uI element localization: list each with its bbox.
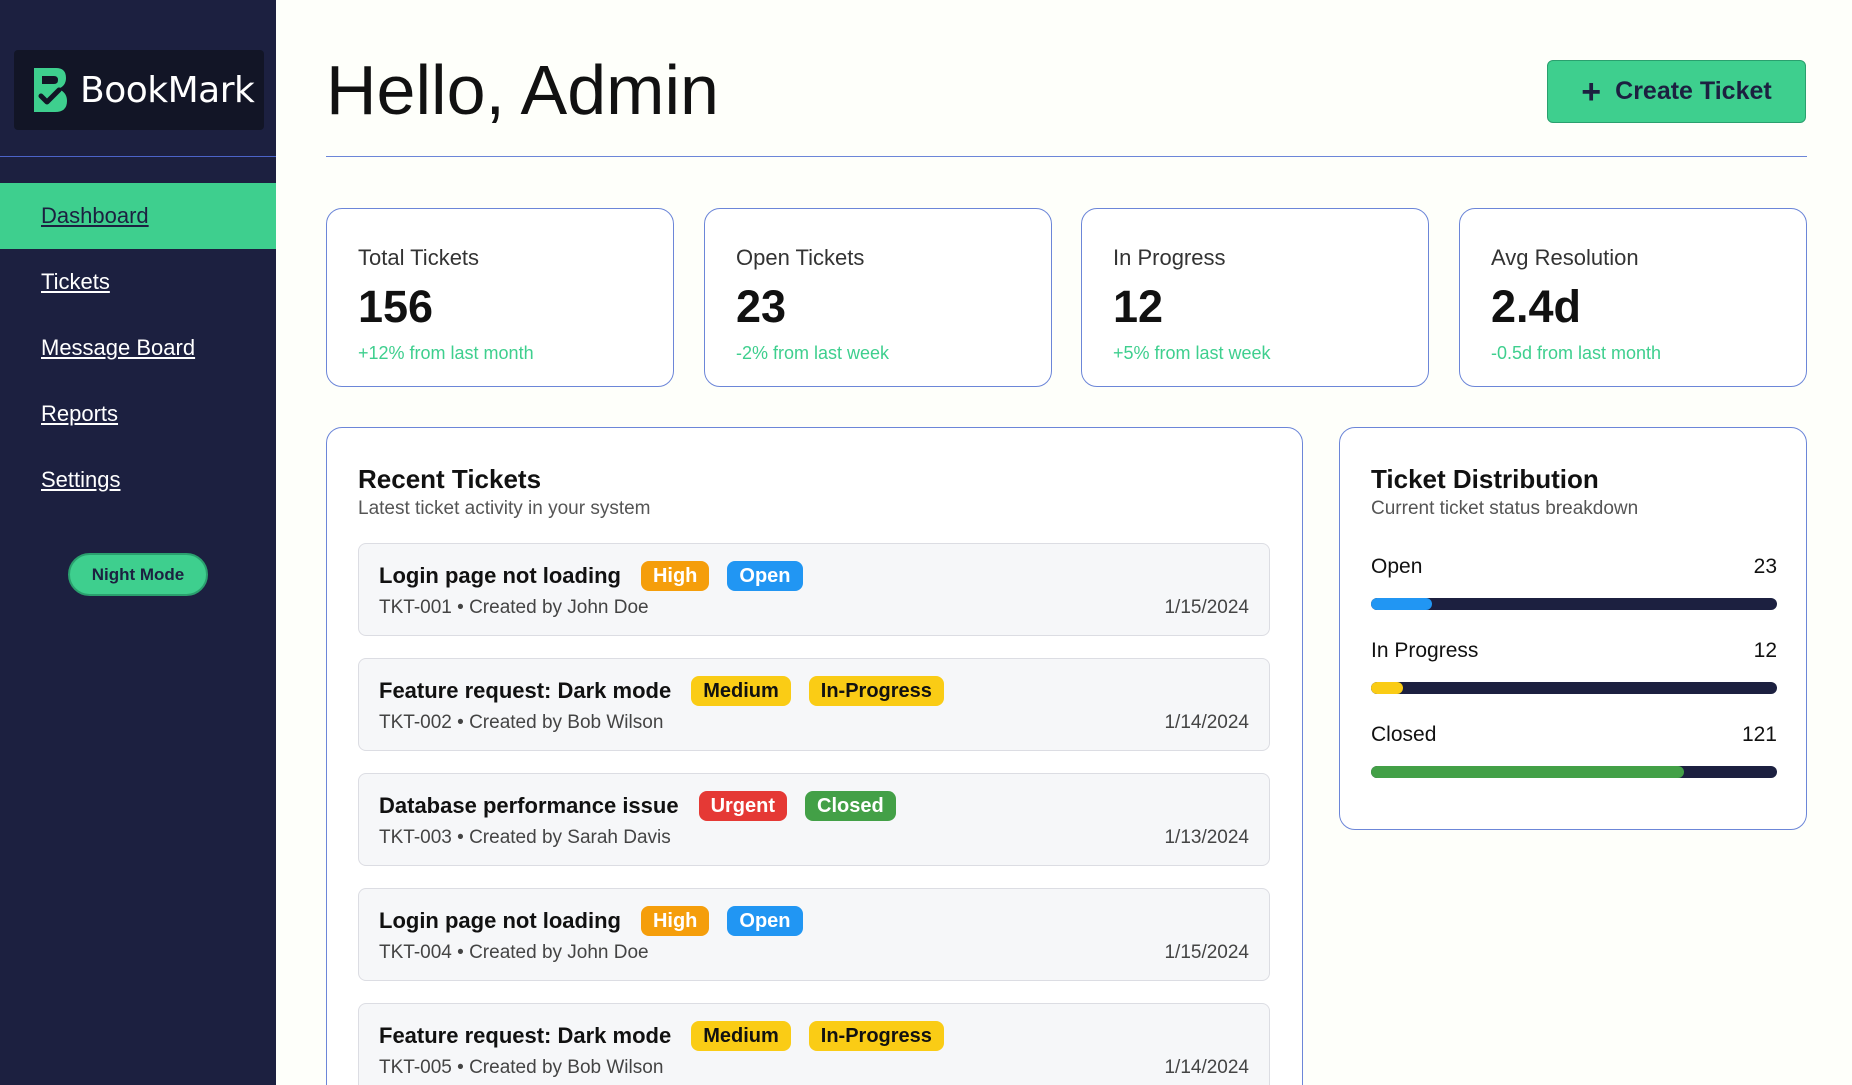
ticket-row[interactable]: Login page not loading High Open TKT-001… <box>358 543 1270 636</box>
distribution-count: 23 <box>1753 555 1777 578</box>
ticket-date: 1/13/2024 <box>1164 827 1249 848</box>
distribution-label: Open <box>1371 555 1423 578</box>
ticket-date: 1/15/2024 <box>1164 597 1249 618</box>
status-badge: In-Progress <box>808 676 944 706</box>
distribution-track <box>1371 598 1777 610</box>
stat-label: Total Tickets <box>358 245 480 270</box>
stat-value: 156 <box>358 281 434 332</box>
brand-name: BookMark <box>80 69 255 111</box>
ticket-meta: TKT-003 • Created by Sarah Davis <box>379 827 671 848</box>
create-ticket-button[interactable]: + Create Ticket <box>1547 60 1806 123</box>
ticket-date: 1/14/2024 <box>1164 712 1249 733</box>
priority-badge: Medium <box>691 676 791 706</box>
ticket-distribution-card: Ticket Distribution Current ticket statu… <box>1339 427 1807 830</box>
ticket-title: Feature request: Dark mode <box>379 678 672 703</box>
recent-tickets-card: Recent Tickets Latest ticket activity in… <box>326 427 1303 1085</box>
stat-card-total-tickets: Total Tickets 156 +12% from last month <box>326 208 674 387</box>
sidebar-item-dashboard[interactable]: Dashboard <box>0 183 276 249</box>
distribution-label: Closed <box>1371 723 1437 746</box>
sidebar-divider <box>0 156 276 157</box>
ticket-title: Login page not loading <box>379 563 621 588</box>
ticket-date: 1/15/2024 <box>1164 942 1249 963</box>
ticket-row[interactable]: Feature request: Dark mode Medium In-Pro… <box>358 1003 1270 1085</box>
night-mode-button[interactable]: Night Mode <box>68 553 208 596</box>
distribution-label: In Progress <box>1371 639 1479 662</box>
page-title: Hello, Admin <box>326 51 719 129</box>
distribution-track <box>1371 766 1777 778</box>
header-divider <box>326 156 1807 157</box>
status-badge: Closed <box>805 791 896 821</box>
stat-card-avg-resolution: Avg Resolution 2.4d -0.5d from last mont… <box>1459 208 1807 387</box>
ticket-meta: TKT-004 • Created by John Doe <box>379 942 649 963</box>
ticket-title-row: Login page not loading High Open <box>379 561 821 591</box>
priority-badge: High <box>640 561 710 591</box>
stat-label: In Progress <box>1113 245 1226 270</box>
stat-card-open-tickets: Open Tickets 23 -2% from last week <box>704 208 1052 387</box>
ticket-meta: TKT-002 • Created by Bob Wilson <box>379 712 664 733</box>
recent-tickets-title: Recent Tickets <box>358 464 542 494</box>
status-badge: Open <box>727 906 803 936</box>
ticket-meta: TKT-005 • Created by Bob Wilson <box>379 1057 664 1078</box>
ticket-row[interactable]: Database performance issue Urgent Closed… <box>358 773 1270 866</box>
stat-change: +12% from last month <box>358 343 534 363</box>
priority-badge: Medium <box>691 1021 791 1051</box>
sidebar-item-reports[interactable]: Reports <box>0 381 276 447</box>
sidebar-nav: Dashboard Tickets Message Board Reports … <box>0 183 276 513</box>
stat-value: 2.4d <box>1491 281 1582 332</box>
distribution-track <box>1371 682 1777 694</box>
sidebar-item-settings[interactable]: Settings <box>0 447 276 513</box>
ticket-title: Database performance issue <box>379 793 679 818</box>
app-window: BookMark Dashboard Tickets Message Board… <box>0 0 1852 1085</box>
priority-badge: High <box>640 906 710 936</box>
stat-change: +5% from last week <box>1113 343 1271 363</box>
status-badge: Open <box>727 561 803 591</box>
sidebar-item-tickets[interactable]: Tickets <box>0 249 276 315</box>
recent-tickets-subtitle: Latest ticket activity in your system <box>358 498 651 519</box>
sidebar-item-message-board[interactable]: Message Board <box>0 315 276 381</box>
ticket-title: Feature request: Dark mode <box>379 1023 672 1048</box>
priority-badge: Urgent <box>698 791 788 821</box>
stat-value: 12 <box>1113 281 1164 332</box>
plus-icon: + <box>1581 72 1602 111</box>
logo[interactable]: BookMark <box>14 50 264 130</box>
ticket-meta: TKT-001 • Created by John Doe <box>379 597 649 618</box>
main-content: Hello, Admin + Create Ticket Total Ticke… <box>276 0 1852 1085</box>
distribution-count: 12 <box>1753 639 1777 662</box>
create-ticket-label: Create Ticket <box>1615 77 1772 105</box>
distribution-subtitle: Current ticket status breakdown <box>1371 498 1639 519</box>
stat-change: -0.5d from last month <box>1491 343 1662 363</box>
sidebar: BookMark Dashboard Tickets Message Board… <box>0 0 276 1085</box>
stat-card-in-progress: In Progress 12 +5% from last week <box>1081 208 1429 387</box>
ticket-title: Login page not loading <box>379 908 621 933</box>
distribution-fill <box>1371 682 1404 694</box>
distribution-title: Ticket Distribution <box>1371 464 1599 494</box>
ticket-title-row: Database performance issue Urgent Closed <box>379 791 914 821</box>
distribution-fill <box>1371 598 1432 610</box>
status-badge: In-Progress <box>808 1021 944 1051</box>
bookmark-logo-icon <box>34 68 67 112</box>
stat-label: Avg Resolution <box>1491 245 1639 270</box>
ticket-title-row: Feature request: Dark mode Medium In-Pro… <box>379 676 962 706</box>
ticket-title-row: Feature request: Dark mode Medium In-Pro… <box>379 1021 962 1051</box>
distribution-count: 121 <box>1741 723 1777 746</box>
distribution-fill <box>1371 766 1684 778</box>
stat-value: 23 <box>736 281 787 332</box>
stat-change: -2% from last week <box>736 343 890 363</box>
ticket-row[interactable]: Login page not loading High Open TKT-004… <box>358 888 1270 981</box>
ticket-title-row: Login page not loading High Open <box>379 906 821 936</box>
ticket-date: 1/14/2024 <box>1164 1057 1249 1078</box>
ticket-row[interactable]: Feature request: Dark mode Medium In-Pro… <box>358 658 1270 751</box>
stat-label: Open Tickets <box>736 245 865 270</box>
